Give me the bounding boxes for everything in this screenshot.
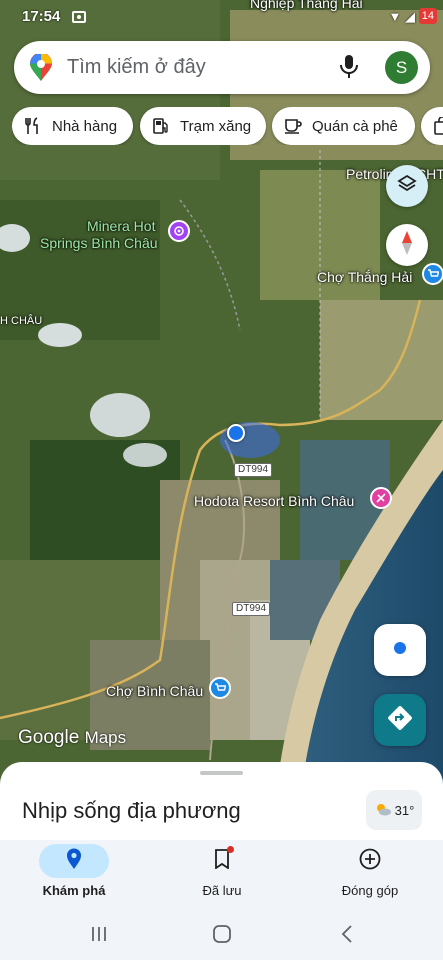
directions-button[interactable] — [374, 694, 426, 746]
nav-saved-pill — [187, 844, 257, 878]
system-navigation-bar — [0, 912, 443, 960]
layers-button[interactable] — [386, 165, 428, 207]
map-label-minera-1[interactable]: Minera Hot — [87, 218, 155, 234]
nav-contribute-label: Đóng góp — [341, 883, 399, 898]
bottom-sheet[interactable]: Nhịp sống địa phương 31° — [0, 762, 443, 840]
restaurant-icon — [24, 117, 42, 135]
chip-label: Nhà hàng — [52, 117, 118, 135]
nav-explore-pill — [39, 844, 109, 878]
nav-contribute[interactable]: Đóng góp — [300, 840, 440, 912]
recent-apps-icon — [90, 925, 108, 948]
bookmark-icon — [214, 845, 234, 874]
status-bar: 17:54 ▼ ◢ 14 — [0, 0, 443, 36]
spa-poi-icon[interactable] — [168, 220, 190, 242]
partly-cloudy-icon — [374, 802, 392, 819]
chip-shopping[interactable] — [421, 107, 443, 145]
road-shield-dt994-2: DT994 — [232, 602, 271, 616]
coffee-icon — [284, 117, 302, 135]
status-time: 17:54 — [22, 8, 61, 25]
sheet-drag-handle[interactable] — [200, 771, 243, 775]
nav-contribute-pill — [335, 844, 405, 878]
compass-icon — [399, 230, 415, 261]
my-location-icon — [393, 641, 407, 660]
market-poi-icon[interactable] — [209, 677, 231, 699]
layers-icon — [396, 173, 418, 200]
nav-explore-label: Khám phá — [42, 883, 106, 898]
map-label-cho-thang-hai[interactable]: Chợ Thắng Hải — [317, 269, 412, 285]
back-icon — [340, 924, 354, 949]
add-circle-icon — [359, 848, 381, 875]
map-label-cho-binh-chau[interactable]: Chợ Bình Châu — [106, 683, 203, 699]
map-label-minera-2[interactable]: Springs Bình Châu — [40, 235, 158, 251]
resort-poi-icon[interactable] — [370, 487, 392, 509]
battery-badge: 14 — [418, 8, 437, 24]
back-button[interactable] — [332, 924, 362, 948]
microphone-icon[interactable] — [338, 54, 360, 85]
google-maps-logo: Google Maps — [18, 727, 126, 749]
recent-apps-button[interactable] — [84, 924, 114, 948]
search-input[interactable]: Tìm kiếm ở đây — [67, 56, 206, 79]
compass-button[interactable] — [386, 224, 428, 266]
map-label-hodota[interactable]: Hodota Resort Bình Châu — [194, 493, 354, 509]
shopping-bag-icon — [433, 117, 443, 135]
chip-gas-stations[interactable]: Trạm xăng — [140, 107, 266, 145]
nav-saved-label: Đã lưu — [202, 883, 242, 898]
bottom-navigation: Khám phá Đã lưu Đóng góp — [0, 840, 443, 912]
directions-icon — [387, 705, 413, 736]
maps-pin-icon — [28, 52, 54, 87]
screen-record-icon — [72, 11, 86, 23]
chip-label: Trạm xăng — [180, 117, 252, 135]
logo-google-text: Google — [18, 727, 80, 748]
map-label-binh-chau-partial: H CHÂU — [0, 315, 43, 327]
home-button[interactable] — [207, 924, 237, 948]
chip-label: Quán cà phê — [312, 117, 398, 135]
temperature: 31° — [394, 802, 415, 818]
logo-maps-text: Maps — [84, 728, 127, 747]
explore-pin-icon — [66, 848, 82, 875]
my-location-button[interactable] — [374, 624, 426, 676]
road-shield-dt994-1: DT994 — [234, 463, 273, 477]
chip-restaurants[interactable]: Nhà hàng — [12, 107, 133, 145]
signal-icons: ▼ ◢ — [388, 9, 415, 24]
shopping-cart-poi-icon[interactable] — [422, 263, 443, 285]
gas-station-icon — [152, 117, 170, 135]
weather-chip[interactable]: 31° — [366, 790, 422, 830]
search-bar[interactable]: Tìm kiếm ở đây S — [14, 41, 430, 94]
home-icon — [212, 924, 232, 949]
sheet-title: Nhịp sống địa phương — [22, 798, 241, 823]
nav-explore[interactable]: Khám phá — [4, 840, 144, 912]
chip-coffee[interactable]: Quán cà phê — [272, 107, 415, 145]
nav-saved[interactable]: Đã lưu — [152, 840, 292, 912]
account-avatar[interactable]: S — [385, 51, 418, 84]
notification-dot — [227, 845, 234, 853]
category-chips: Nhà hàng Trạm xăng Quán cà phê — [12, 107, 443, 145]
my-location-dot — [227, 424, 245, 442]
